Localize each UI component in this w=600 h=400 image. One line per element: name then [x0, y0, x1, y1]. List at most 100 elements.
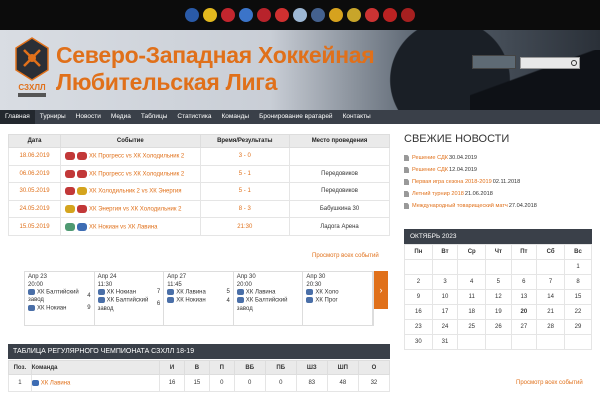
team-logo-5-icon[interactable]: [257, 8, 271, 22]
calendar-day[interactable]: 26: [485, 319, 512, 335]
news-item[interactable]: Летний турнир 2018 21.06.2018: [404, 188, 594, 200]
news-title[interactable]: Решение СДК: [412, 167, 448, 173]
nav-item-3[interactable]: Медиа: [106, 110, 136, 124]
game-team: ХК Нокиан: [167, 297, 206, 305]
event-title[interactable]: ХК Холодильник 2 vs ХК Энергия: [89, 189, 181, 195]
event-name[interactable]: ХК Прогресс vs ХК Холодильник 2: [60, 164, 201, 184]
slider-next-arrow-icon[interactable]: ›: [374, 271, 388, 309]
nav-item-1[interactable]: Турниры: [35, 110, 71, 124]
nav-item-4[interactable]: Таблицы: [136, 110, 173, 124]
calendar-day[interactable]: 29: [564, 319, 592, 335]
calendar-day[interactable]: 12: [485, 289, 512, 305]
event-date[interactable]: 24.05.2019: [7, 199, 62, 219]
event-result[interactable]: 5 - 1: [199, 164, 291, 184]
event-result[interactable]: 3 - 0: [199, 147, 291, 166]
calendar-day[interactable]: 17: [431, 304, 459, 320]
nav-item-7[interactable]: Бронирование вратарей: [254, 110, 338, 124]
news-title[interactable]: Летний турнир 2018: [412, 191, 464, 197]
sponsor-image[interactable]: [472, 55, 516, 69]
game-card[interactable]: Апр 30 20:30 ХК Холо ХК Прог: [303, 272, 373, 325]
event-date[interactable]: 15.05.2019: [7, 217, 62, 236]
game-team-row: ХК Балтийский завод 6: [97, 297, 160, 313]
event-result[interactable]: 5 - 1: [199, 182, 291, 201]
team-logo-3-icon[interactable]: [221, 8, 235, 22]
nav-item-5[interactable]: Статистика: [172, 110, 216, 124]
team-logo-11-icon[interactable]: [365, 8, 379, 22]
calendar-day[interactable]: 20: [510, 304, 538, 320]
calendar-day[interactable]: 9: [404, 289, 433, 305]
game-card[interactable]: Апр 30 20:00 ХК Лавина ХК Балтийский завод: [234, 272, 304, 325]
all-news-link[interactable]: Просмотр всех событий: [516, 380, 583, 386]
calendar-weekday: Ср: [457, 244, 487, 260]
news-item[interactable]: Решение СДК 12.04.2019: [404, 164, 594, 176]
team-logo-13-icon[interactable]: [401, 8, 415, 22]
calendar-day[interactable]: 21: [536, 304, 566, 320]
calendar-day[interactable]: 1: [564, 259, 592, 275]
team-logo-12-icon[interactable]: [383, 8, 397, 22]
calendar-day[interactable]: 4: [457, 274, 487, 290]
calendar-day[interactable]: 28: [536, 319, 566, 335]
calendar-day[interactable]: 8: [564, 274, 592, 290]
calendar-day[interactable]: 14: [536, 289, 566, 305]
team-logo-2-icon[interactable]: [203, 8, 217, 22]
event-date[interactable]: 18.06.2019: [7, 147, 62, 166]
all-events-link[interactable]: Просмотр всех событий: [312, 253, 379, 259]
main-navigation: Главная Турниры Новости Медиа Таблицы Статист…: [0, 110, 600, 124]
calendar-day[interactable]: 30: [404, 334, 433, 350]
nav-item-6[interactable]: Команды: [217, 110, 255, 124]
calendar-day[interactable]: 22: [564, 304, 592, 320]
nav-item-8[interactable]: Контакты: [338, 110, 376, 124]
news-item[interactable]: Решение СДК 30.04.2019: [404, 152, 594, 164]
calendar-day[interactable]: 3: [431, 274, 459, 290]
team-logo-1-icon[interactable]: [185, 8, 199, 22]
calendar-day[interactable]: 23: [404, 319, 433, 335]
calendar-day[interactable]: 2: [404, 274, 433, 290]
calendar-day[interactable]: 19: [485, 304, 512, 320]
team-logo-9-icon[interactable]: [329, 8, 343, 22]
news-title[interactable]: Международный товарищеский матч: [412, 203, 508, 209]
calendar-day[interactable]: 31: [431, 334, 459, 350]
calendar-day[interactable]: 24: [431, 319, 459, 335]
event-date[interactable]: 30.05.2019: [7, 182, 62, 201]
calendar-day[interactable]: 18: [457, 304, 487, 320]
event-title[interactable]: ХК Прогресс vs ХК Холодильник 2: [89, 154, 184, 160]
event-result[interactable]: 8 - 3: [199, 199, 291, 219]
standings-team[interactable]: ХК Лавина: [30, 374, 161, 392]
calendar-day[interactable]: 7: [536, 274, 566, 290]
calendar-day[interactable]: 27: [510, 319, 538, 335]
nav-item-0[interactable]: Главная: [0, 110, 35, 124]
news-title[interactable]: Первая игра сезона 2018-2019: [412, 179, 492, 185]
game-card[interactable]: Апр 27 11:45 ХК Лавина 5 ХК Нокиан 4: [164, 272, 234, 325]
team-logo-8-icon[interactable]: [311, 8, 325, 22]
calendar-day[interactable]: 6: [510, 274, 538, 290]
game-card[interactable]: Апр 24 11:30 ХК Нокиан 7 ХК Балтийский завод…: [95, 272, 165, 325]
event-title[interactable]: ХК Прогресс vs ХК Холодильник 2: [89, 171, 184, 177]
news-item[interactable]: Международный товарищеский матч 27.04.201…: [404, 200, 594, 212]
event-result[interactable]: 21:30: [199, 217, 291, 236]
event-date[interactable]: 06.06.2019: [7, 164, 62, 184]
calendar-day[interactable]: 10: [431, 289, 459, 305]
team-logo-4-icon[interactable]: [239, 8, 253, 22]
event-name[interactable]: ХК Прогресс vs ХК Холодильник 2: [60, 147, 201, 166]
calendar-day[interactable]: 11: [457, 289, 487, 305]
calendar-day[interactable]: 25: [457, 319, 487, 335]
game-card[interactable]: Апр 23 20:00 ХК Балтийский завод 4 ХК Нокиан…: [25, 272, 95, 325]
event-name[interactable]: ХК Холодильник 2 vs ХК Энергия: [60, 182, 201, 201]
calendar-day[interactable]: 15: [564, 289, 592, 305]
event-name[interactable]: ХК Нокиан vs ХК Лавина: [60, 217, 201, 236]
news-item[interactable]: Первая игра сезона 2018-2019 02.11.2018: [404, 176, 594, 188]
calendar-day[interactable]: 16: [404, 304, 433, 320]
nav-item-2[interactable]: Новости: [71, 110, 106, 124]
news-title[interactable]: Решение СДК: [412, 155, 448, 161]
team-logo-10-icon[interactable]: [347, 8, 361, 22]
event-title[interactable]: ХК Энергия vs ХК Холодильник 2: [89, 207, 181, 213]
search-input[interactable]: [520, 57, 580, 69]
calendar-day[interactable]: 13: [510, 289, 538, 305]
team-logo-6-icon[interactable]: [275, 8, 289, 22]
team-logo-7-icon[interactable]: [293, 8, 307, 22]
search-icon[interactable]: [571, 60, 577, 66]
league-logo[interactable]: СЗХЛЛ: [14, 36, 50, 100]
calendar-day[interactable]: 5: [485, 274, 512, 290]
event-title[interactable]: ХК Нокиан vs ХК Лавина: [89, 224, 157, 230]
event-name[interactable]: ХК Энергия vs ХК Холодильник 2: [60, 199, 201, 219]
